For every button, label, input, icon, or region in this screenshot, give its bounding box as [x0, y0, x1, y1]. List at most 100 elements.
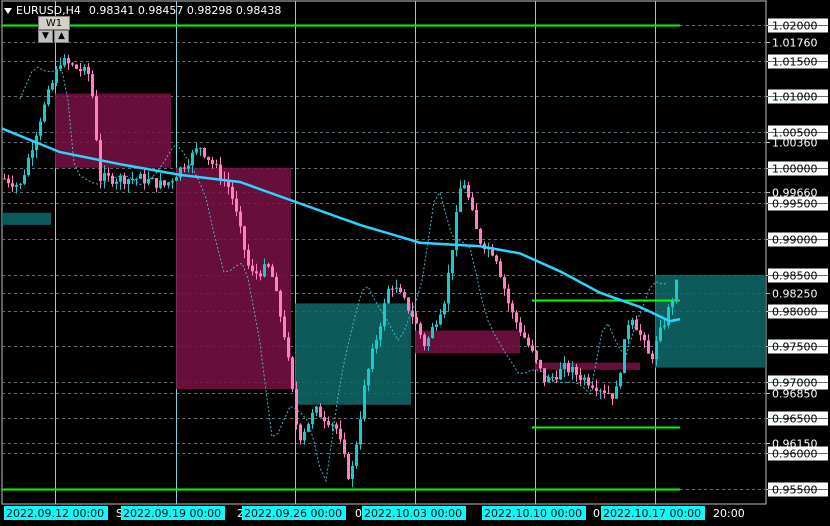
price-label: 0.96500 — [772, 413, 818, 426]
candle-body — [315, 406, 318, 413]
ohlc-quote: 0.98341 0.98457 0.98298 0.98438 — [88, 4, 282, 17]
price-label: 0.99500 — [772, 198, 818, 211]
candle-body — [415, 317, 418, 324]
candle-body — [7, 178, 10, 184]
candle-body — [263, 264, 266, 277]
candle-body — [643, 334, 646, 341]
candle-body — [199, 147, 202, 149]
candle-body — [159, 180, 162, 188]
candle-body — [595, 387, 598, 392]
candle-body — [15, 184, 18, 187]
price-chart[interactable]: 1.020001.017601.015001.010001.005001.003… — [0, 0, 830, 526]
price-label: 0.98250 — [772, 288, 818, 301]
candle-body — [43, 104, 46, 122]
candle-body — [615, 386, 618, 399]
candle-body — [395, 287, 398, 289]
candle-body — [107, 173, 110, 176]
candle-body — [123, 175, 126, 185]
candle-body — [79, 68, 82, 72]
time-label: 0 — [593, 507, 600, 520]
candle-body — [387, 288, 390, 304]
candle-body — [427, 337, 430, 347]
candle-body — [363, 385, 366, 420]
candle-body — [631, 319, 634, 326]
candle-body — [103, 173, 106, 182]
candle-body — [627, 325, 630, 340]
candle-body — [75, 64, 78, 69]
price-label: 1.00360 — [772, 137, 818, 150]
candle-body — [339, 428, 342, 440]
candle-body — [95, 96, 98, 141]
candle-body — [195, 148, 198, 153]
candle-body — [535, 350, 538, 361]
candle-body — [351, 465, 354, 479]
candle-body — [503, 276, 506, 289]
candle-body — [371, 348, 374, 369]
candle-body — [163, 180, 166, 186]
price-label: 0.99000 — [772, 234, 818, 247]
candle-body — [639, 330, 642, 335]
candle-body — [579, 374, 582, 380]
candle-body — [175, 177, 178, 181]
candle-body — [431, 326, 434, 338]
candle-body — [31, 150, 34, 158]
candle-body — [39, 121, 42, 136]
candle-body — [523, 332, 526, 338]
candle-body — [11, 183, 14, 187]
candle-body — [271, 266, 274, 277]
candle-body — [243, 226, 246, 250]
candle-body — [203, 147, 206, 157]
candle-body — [47, 89, 50, 105]
candle-body — [667, 307, 670, 326]
candle-body — [211, 160, 214, 165]
candle-body — [367, 368, 370, 386]
candle-body — [67, 58, 70, 64]
candle-body — [71, 63, 74, 65]
candle-body — [675, 279, 678, 301]
candle-body — [283, 316, 286, 338]
candle-body — [519, 322, 522, 333]
candle-body — [571, 367, 574, 373]
candle-body — [375, 339, 378, 349]
candle-body — [399, 287, 402, 293]
candle-body — [539, 360, 542, 369]
time-label: 2022.10.10 00:00 — [484, 507, 582, 520]
timeframe-down-button[interactable]: ▼ — [38, 30, 53, 43]
candle-body — [167, 182, 170, 186]
candle-body — [91, 74, 94, 97]
chart-window[interactable]: 1.02000 1.01760 1.01500 1.01000 1.00500 1.003… — [0, 0, 830, 526]
candle-body — [447, 272, 450, 304]
candle-body — [647, 340, 650, 354]
candle-body — [231, 186, 234, 199]
candle-body — [459, 188, 462, 213]
price-label: 0.96850 — [772, 388, 818, 401]
candle-body — [587, 377, 590, 386]
candle-body — [655, 340, 658, 360]
candle-body — [495, 255, 498, 262]
candle-body — [215, 164, 218, 166]
price-label: 1.01760 — [772, 37, 818, 50]
candle-body — [155, 178, 158, 188]
candle-body — [239, 211, 242, 227]
time-label: 2022.09.26 00:00 — [244, 507, 342, 520]
candle-body — [251, 265, 254, 272]
zone-box — [415, 330, 520, 354]
price-label: 1.02000 — [772, 20, 818, 33]
candle-body — [507, 288, 510, 304]
zone-box — [176, 167, 291, 390]
candle-body — [19, 183, 22, 185]
timeframe-up-button[interactable]: ▲ — [54, 30, 69, 43]
price-label: 1.01000 — [772, 91, 818, 104]
candle-body — [567, 363, 570, 373]
dropdown-arrow-icon[interactable] — [4, 8, 12, 14]
candle-body — [335, 424, 338, 429]
candle-body — [559, 368, 562, 380]
timeframe-label: W1 — [38, 16, 70, 30]
candle-body — [671, 300, 674, 308]
price-label: 1.00000 — [772, 163, 818, 176]
candle-body — [343, 439, 346, 454]
price-label: 0.96000 — [772, 448, 818, 461]
candle-body — [279, 291, 282, 317]
price-label: 0.97500 — [772, 341, 818, 354]
candle-body — [235, 198, 238, 212]
